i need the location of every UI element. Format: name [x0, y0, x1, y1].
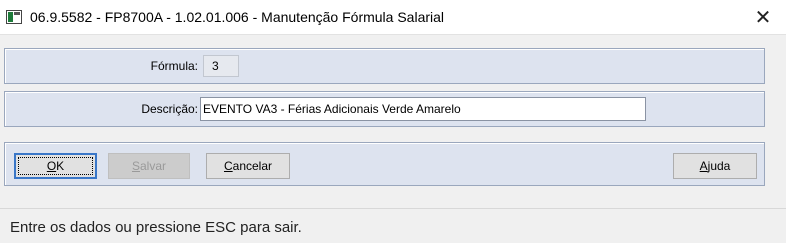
status-message: Entre os dados ou pressione ESC para sai… [10, 219, 302, 236]
close-button[interactable]: ✕ [740, 0, 786, 34]
dialog-body: Fórmula: 3 Descrição: EVENTO VA3 - Féria… [0, 34, 786, 208]
button-panel: OK Salvar Cancelar Ajuda [4, 142, 765, 186]
help-button[interactable]: Ajuda [673, 153, 757, 179]
ok-mnemonic: O [46, 159, 57, 173]
formula-panel: Fórmula: 3 [4, 48, 765, 84]
app-window-icon [6, 10, 22, 24]
help-mnemonic: A [699, 159, 708, 173]
save-mnemonic: S [131, 159, 140, 173]
ok-button[interactable]: OK [14, 153, 97, 179]
description-input[interactable]: EVENTO VA3 - Férias Adicionais Verde Ama… [200, 97, 646, 121]
window-title: 06.9.5582 - FP8700A - 1.02.01.006 - Manu… [30, 9, 445, 25]
status-bar: Entre os dados ou pressione ESC para sai… [0, 208, 786, 243]
title-bar: 06.9.5582 - FP8700A - 1.02.01.006 - Manu… [0, 0, 786, 34]
formula-label: Fórmula: [150, 59, 198, 73]
save-button[interactable]: Salvar [108, 153, 190, 179]
description-panel: Descrição: EVENTO VA3 - Férias Adicionai… [4, 91, 765, 127]
description-label: Descrição: [141, 102, 198, 116]
cancel-button[interactable]: Cancelar [206, 153, 290, 179]
formula-field: 3 [203, 55, 239, 77]
cancel-mnemonic: C [223, 159, 233, 173]
